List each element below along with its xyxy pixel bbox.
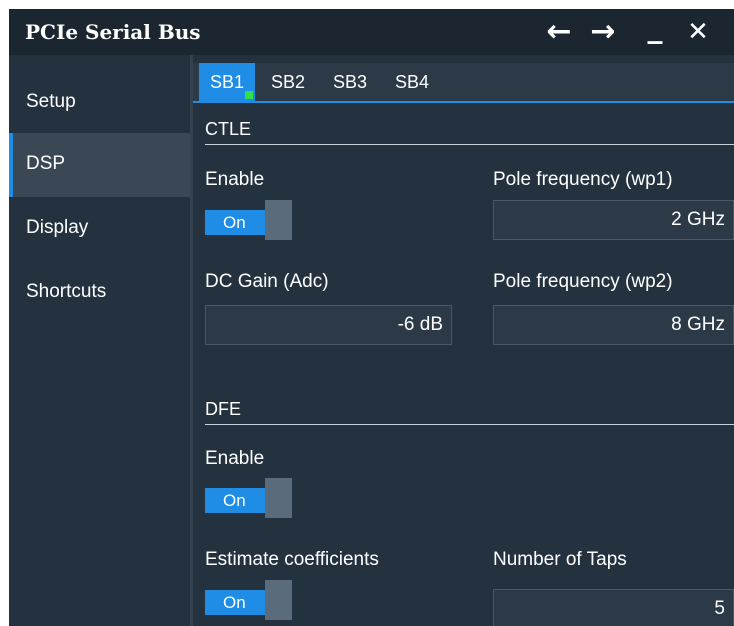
tab-sb4[interactable]: SB4: [383, 63, 441, 101]
tab-sb2[interactable]: SB2: [259, 63, 317, 101]
ctle-section-divider: [205, 144, 734, 145]
tab-bar: SB1 SB2 SB3 SB4: [193, 63, 734, 103]
dfe-section-divider: [205, 424, 734, 425]
ctle-enable-label: Enable: [205, 169, 265, 190]
arrow-left-icon[interactable]: ←: [542, 17, 576, 49]
toggle-state: On: [205, 488, 265, 513]
pole-frequency-wp2-field[interactable]: 8 GHz: [493, 305, 734, 345]
estimate-coefficients-label: Estimate coefficients: [205, 549, 379, 570]
toggle-state: On: [205, 590, 265, 615]
tab-sb3[interactable]: SB3: [321, 63, 379, 101]
ctle-section-title: CTLE: [205, 119, 252, 139]
sidebar-item-display[interactable]: Display: [9, 197, 190, 261]
tab-label: SB4: [394, 72, 430, 92]
pole-frequency-wp1-label: Pole frequency (wp1): [493, 169, 673, 190]
title-bar: PCIe Serial Bus ← → _ ✕: [9, 9, 734, 55]
number-of-taps-label: Number of Taps: [493, 549, 627, 570]
active-indicator-dot: [245, 91, 253, 99]
toggle-state: On: [205, 210, 265, 235]
toggle-knob: [265, 200, 292, 240]
number-of-taps-field[interactable]: 5: [493, 589, 734, 626]
tab-sb1[interactable]: SB1: [199, 63, 255, 101]
toggle-knob: [265, 580, 292, 620]
sidebar-item-label: Display: [26, 217, 89, 238]
dsp-panel: SB1 SB2 SB3 SB4 CTLE Enable On Pole freq…: [193, 55, 734, 626]
dfe-enable-toggle[interactable]: On: [205, 478, 292, 518]
estimate-coefficients-toggle[interactable]: On: [205, 580, 292, 620]
sidebar-item-label: Shortcuts: [26, 281, 107, 302]
toggle-knob: [265, 478, 292, 518]
sidebar-item-label: Setup: [26, 91, 76, 112]
sidebar-item-shortcuts[interactable]: Shortcuts: [9, 261, 190, 325]
minimize-icon[interactable]: _: [638, 13, 672, 45]
tab-label: SB1: [209, 72, 245, 92]
tab-label: SB3: [332, 72, 368, 92]
sidebar-item-dsp[interactable]: DSP: [9, 133, 190, 197]
arrow-right-icon[interactable]: →: [586, 17, 620, 49]
dc-gain-label: DC Gain (Adc): [205, 271, 329, 292]
close-icon[interactable]: ✕: [681, 17, 715, 49]
dc-gain-field[interactable]: -6 dB: [205, 305, 452, 345]
ctle-enable-toggle[interactable]: On: [205, 200, 292, 240]
pole-frequency-wp1-field[interactable]: 2 GHz: [493, 200, 734, 240]
pcie-serial-bus-dialog: PCIe Serial Bus ← → _ ✕ Setup DSP Displa…: [9, 9, 734, 626]
sidebar-item-label: DSP: [26, 153, 66, 174]
window-title: PCIe Serial Bus: [25, 20, 201, 44]
dfe-section-title: DFE: [205, 399, 241, 419]
sidebar-item-setup[interactable]: Setup: [9, 71, 190, 135]
dfe-enable-label: Enable: [205, 448, 265, 469]
tab-label: SB2: [270, 72, 306, 92]
pole-frequency-wp2-label: Pole frequency (wp2): [493, 271, 673, 292]
sidebar: Setup DSP Display Shortcuts: [9, 55, 190, 626]
